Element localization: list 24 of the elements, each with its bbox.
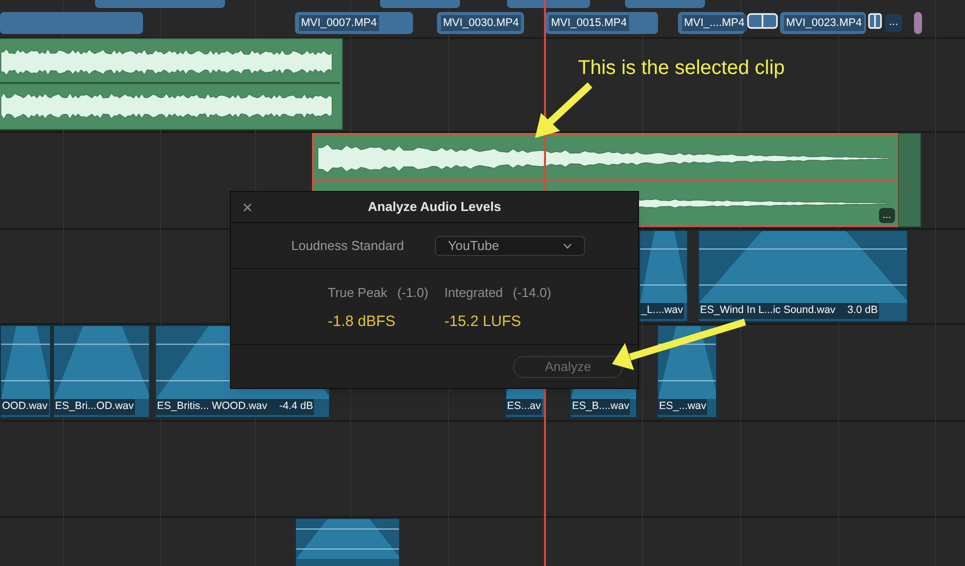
field-label: Loudness Standard — [290, 236, 404, 255]
clip-filename: ES_...wav — [659, 399, 706, 414]
clip-label: MVI_0023.MP4 — [784, 14, 864, 32]
clip-gain: -4.4 dB — [279, 399, 314, 414]
annotation-text: This is the selected clip — [578, 56, 785, 81]
clip-label: MVI_....MP4 — [682, 14, 747, 32]
metric-target: (-14.0) — [512, 284, 552, 302]
clip-filename: ES_Wind In L...ic Sound.wav — [700, 303, 836, 318]
clip-label: MVI_0007.MP4 — [299, 14, 379, 32]
clip-filename: ES...av — [507, 399, 541, 414]
clip-filename: OOD.wav — [2, 399, 48, 414]
clip-label: MVI_0030.MP4 — [441, 14, 521, 32]
metric-label: Integrated — [444, 284, 503, 302]
clip-filename: _L....wav — [641, 303, 684, 318]
clip-filename: ES_Britis... WOOD.wav — [157, 399, 268, 414]
metric-reading: -1.8 dBFS — [328, 312, 396, 332]
clip-filename: ES_Bri...OD.wav — [55, 399, 134, 414]
metric-reading: -15.2 LUFS — [444, 312, 522, 332]
dialog-title: Analyze Audio Levels — [368, 198, 502, 216]
clip-label: MVI_0015.MP4 — [549, 14, 629, 32]
clip-gain: 3.0 dB — [847, 303, 878, 318]
metric-label: True Peak — [328, 284, 388, 302]
clip-filename: ES_B....wav — [572, 399, 630, 414]
metric-target: (-1.0) — [397, 284, 428, 302]
